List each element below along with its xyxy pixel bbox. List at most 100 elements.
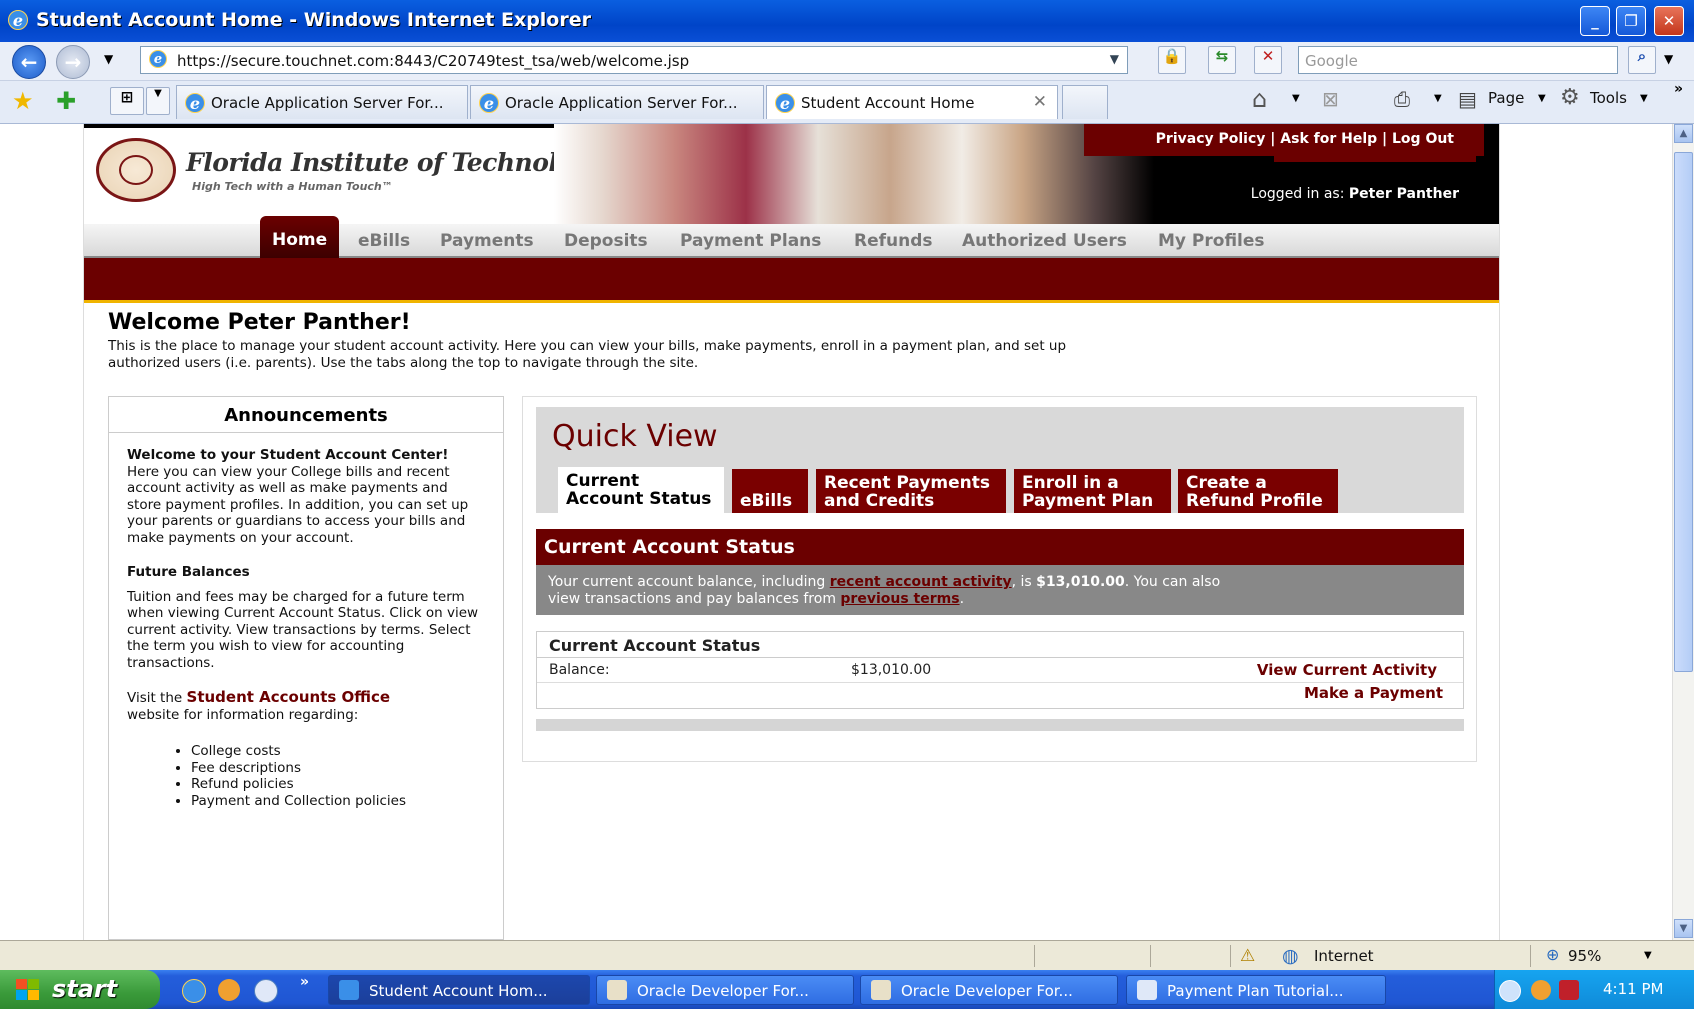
nav-tab-home[interactable]: Home bbox=[260, 216, 340, 258]
quicklaunch-mail-icon[interactable] bbox=[218, 979, 240, 1001]
address-bar[interactable]: e https://secure.touchnet.com:8443/C2074… bbox=[140, 46, 1128, 74]
list-item: Payment and Collection policies bbox=[191, 793, 479, 810]
tab-list-icon[interactable]: ▼ bbox=[146, 87, 170, 115]
print-icon[interactable]: ⎙ bbox=[1394, 87, 1410, 111]
tab-student-account-home[interactable]: e Student Account Home ✕ bbox=[766, 85, 1058, 119]
intro-text: This is the place to manage your student… bbox=[108, 338, 1348, 372]
make-payment-link[interactable]: Make a Payment bbox=[1304, 684, 1443, 702]
address-dropdown-icon[interactable]: ▼ bbox=[1110, 52, 1119, 66]
refresh-icon[interactable]: ⇆ bbox=[1208, 46, 1236, 74]
search-icon[interactable]: ⌕ bbox=[1628, 46, 1656, 74]
quicklaunch-ie-icon[interactable] bbox=[182, 979, 206, 1003]
stop-icon[interactable]: ✕ bbox=[1254, 46, 1282, 74]
tab-oracle-2[interactable]: e Oracle Application Server For... bbox=[470, 85, 764, 119]
vertical-scrollbar[interactable]: ▲ ▼ bbox=[1672, 124, 1694, 940]
tools-dropdown-icon[interactable]: ▼ bbox=[1640, 93, 1648, 104]
taskbar-btn-oracle-dev-1[interactable]: Oracle Developer For... bbox=[596, 975, 854, 1005]
protected-mode-icon[interactable]: ⚠ bbox=[1240, 946, 1255, 966]
start-button[interactable]: start bbox=[0, 970, 160, 1009]
qv-tab-label: Refund Profile bbox=[1186, 491, 1323, 511]
intro-line-2: authorized users (i.e. parents). Use the… bbox=[108, 355, 699, 371]
page-dropdown-icon[interactable]: ▼ bbox=[1538, 93, 1546, 104]
taskbar-btn-oracle-dev-2[interactable]: Oracle Developer For... bbox=[860, 975, 1118, 1005]
back-button[interactable]: ← bbox=[12, 45, 46, 79]
security-zone: Internet bbox=[1314, 947, 1374, 965]
globe-icon: ◍ bbox=[1282, 945, 1299, 967]
qv-tab-recent-payments[interactable]: Recent Payments and Credits bbox=[816, 469, 1006, 513]
nav-tab-ebills[interactable]: eBills bbox=[358, 231, 410, 251]
top-links[interactable]: Privacy Policy | Ask for Help | Log Out bbox=[1084, 124, 1484, 156]
qv-tab-create-refund-profile[interactable]: Create a Refund Profile bbox=[1178, 469, 1338, 513]
status-divider bbox=[1034, 945, 1035, 967]
clock: 4:11 PM bbox=[1603, 980, 1664, 998]
window-title: Student Account Home - Windows Internet … bbox=[36, 9, 591, 31]
scroll-down-icon[interactable]: ▼ bbox=[1674, 919, 1693, 938]
recent-account-activity-link[interactable]: recent account activity bbox=[830, 574, 1012, 590]
quick-tabs-icon[interactable]: ⊞ bbox=[110, 87, 144, 115]
minimize-button[interactable]: _ bbox=[1580, 6, 1610, 36]
page-menu[interactable]: Page bbox=[1488, 89, 1524, 107]
status-divider bbox=[1530, 945, 1531, 967]
tab-oracle-1[interactable]: e Oracle Application Server For... bbox=[176, 85, 468, 119]
qv-tab-label: and Credits bbox=[824, 491, 935, 511]
home-icon[interactable]: ⌂ bbox=[1252, 85, 1267, 113]
nav-tab-payments[interactable]: Payments bbox=[440, 231, 534, 251]
logo-name: Florida Institute of Technology bbox=[186, 148, 605, 177]
student-accounts-office-link[interactable]: Student Accounts Office bbox=[187, 688, 391, 706]
taskbar-btn-student-account[interactable]: Student Account Hom... bbox=[328, 975, 590, 1005]
logged-in-status: Logged in as: Peter Panther bbox=[1251, 186, 1459, 202]
zoom-level[interactable]: 95% bbox=[1568, 947, 1601, 965]
quicklaunch-more-icon[interactable]: » bbox=[300, 974, 309, 990]
address-url[interactable]: https://secure.touchnet.com:8443/C20749t… bbox=[177, 52, 689, 70]
nav-tab-deposits[interactable]: Deposits bbox=[564, 231, 648, 251]
nav-tab-payment-plans[interactable]: Payment Plans bbox=[680, 231, 821, 251]
close-window-button[interactable]: ✕ bbox=[1654, 6, 1684, 36]
institution-logo[interactable]: Florida Institute of Technology High Tec… bbox=[84, 128, 605, 224]
close-tab-icon[interactable]: ✕ bbox=[1033, 92, 1047, 112]
qv-tab-enroll-payment-plan[interactable]: Enroll in a Payment Plan bbox=[1014, 469, 1171, 513]
restore-button[interactable]: ❐ bbox=[1616, 6, 1646, 36]
quicklaunch-desktop-icon[interactable] bbox=[254, 979, 278, 1003]
scroll-thumb[interactable] bbox=[1674, 152, 1693, 672]
history-dropdown-icon[interactable]: ▼ bbox=[104, 52, 113, 66]
tray-antivirus-icon[interactable] bbox=[1559, 980, 1579, 1000]
print-dropdown-icon[interactable]: ▼ bbox=[1434, 93, 1442, 104]
msg-text: . You can also bbox=[1124, 574, 1221, 590]
add-favorite-icon[interactable]: ✚ bbox=[56, 87, 76, 115]
tools-menu[interactable]: Tools bbox=[1590, 89, 1627, 107]
new-tab-button[interactable] bbox=[1062, 85, 1108, 119]
oracle-app-icon bbox=[871, 980, 891, 1000]
logo-tagline: High Tech with a Human Touch™ bbox=[192, 180, 393, 193]
taskbar-btn-payment-plan-tutorial[interactable]: Payment Plan Tutorial... bbox=[1126, 975, 1386, 1005]
home-dropdown-icon[interactable]: ▼ bbox=[1292, 93, 1300, 104]
nav-tab-authorized-users[interactable]: Authorized Users bbox=[962, 231, 1127, 251]
feeds-icon[interactable]: ⊠ bbox=[1322, 87, 1339, 111]
view-current-activity-link[interactable]: View Current Activity bbox=[1257, 661, 1437, 679]
nav-tab-my-profiles[interactable]: My Profiles bbox=[1158, 231, 1265, 251]
chevron-more-icon[interactable]: » bbox=[1674, 81, 1683, 97]
nav-tab-refunds[interactable]: Refunds bbox=[854, 231, 933, 251]
previous-terms-link[interactable]: previous terms bbox=[840, 591, 959, 607]
lock-icon[interactable]: 🔒 bbox=[1158, 46, 1186, 74]
logged-in-user: Peter Panther bbox=[1348, 186, 1459, 202]
zoom-dropdown-icon[interactable]: ▼ bbox=[1644, 950, 1652, 961]
scroll-up-icon[interactable]: ▲ bbox=[1674, 124, 1693, 143]
balance-label: Balance: bbox=[549, 662, 610, 678]
qv-tab-ebills[interactable]: eBills bbox=[732, 469, 808, 513]
welcome-announcement-title: Welcome to your Student Account Center! bbox=[127, 447, 449, 463]
ie-tab-icon: e bbox=[479, 93, 499, 113]
ie-tab-icon: e bbox=[185, 93, 205, 113]
qv-tab-label: Payment Plan bbox=[1022, 491, 1154, 511]
taskbar-btn-label: Payment Plan Tutorial... bbox=[1167, 982, 1344, 1000]
gear-icon: ⚙ bbox=[1560, 85, 1580, 110]
search-input[interactable]: Google bbox=[1298, 46, 1618, 74]
quick-view-title: Quick View bbox=[552, 419, 718, 454]
window-title-bar: e Student Account Home - Windows Interne… bbox=[0, 0, 1694, 42]
tray-expand-icon[interactable] bbox=[1499, 980, 1521, 1002]
tray-mail-icon[interactable] bbox=[1531, 980, 1551, 1000]
forward-button[interactable]: → bbox=[56, 45, 90, 79]
favorites-star-icon[interactable]: ★ bbox=[12, 87, 34, 115]
welcome-heading: Welcome Peter Panther! bbox=[108, 310, 411, 335]
search-options-icon[interactable]: ▼ bbox=[1664, 52, 1673, 66]
qv-tab-current-account-status[interactable]: Current Account Status bbox=[558, 467, 724, 513]
